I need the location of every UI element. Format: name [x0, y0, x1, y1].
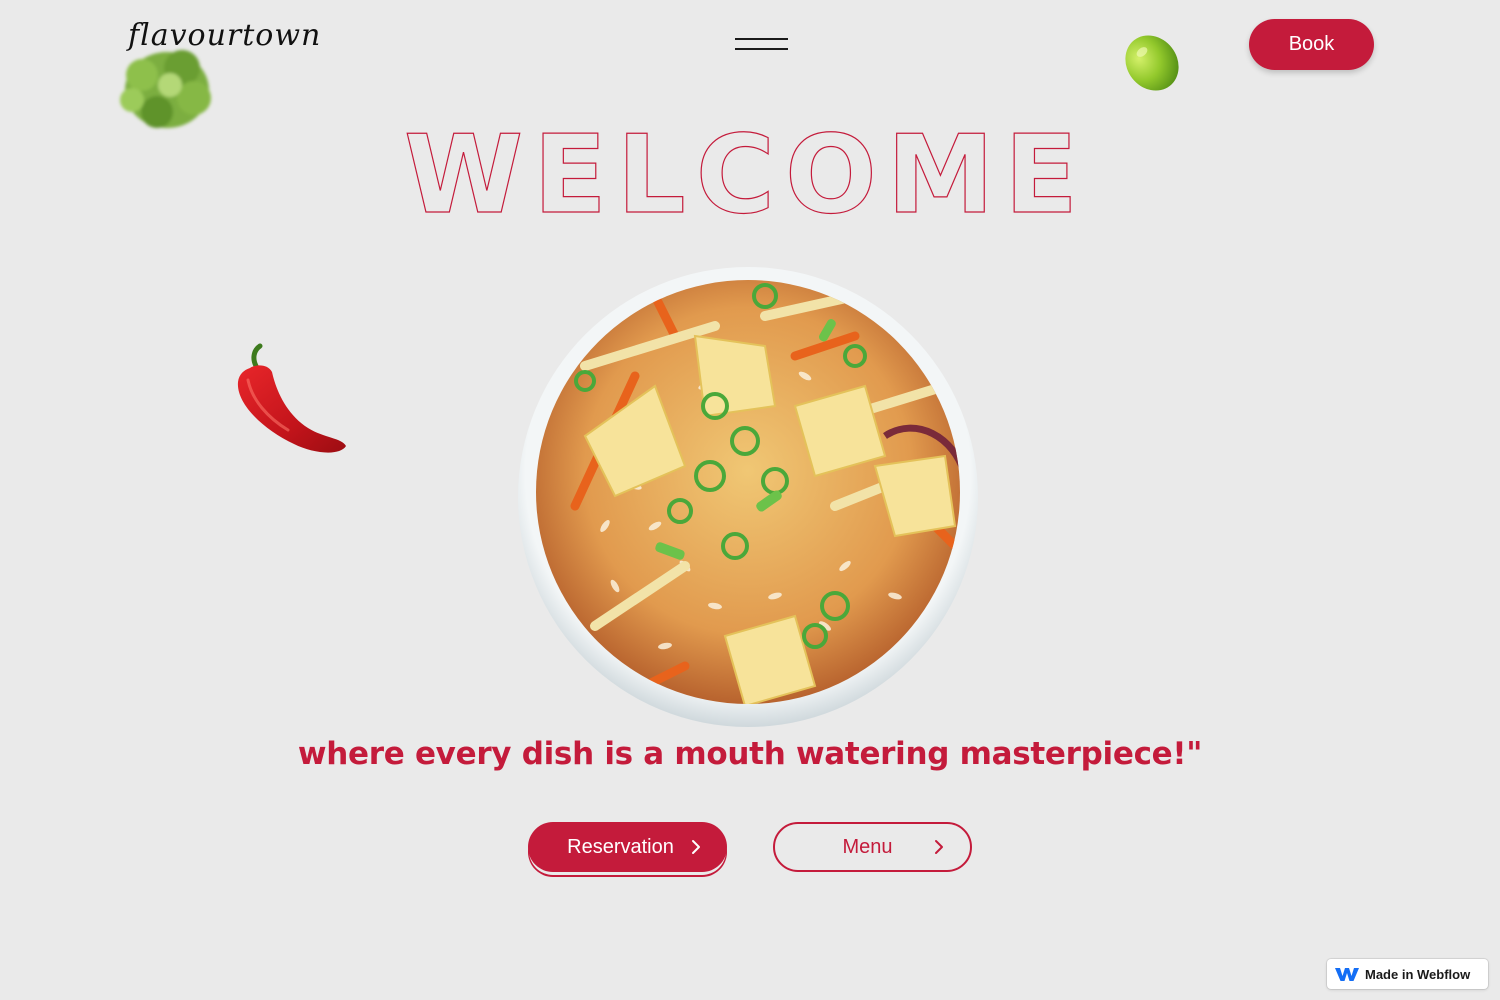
chili-pepper-decoration — [237, 343, 346, 453]
brand-logo[interactable]: flavourtown — [128, 18, 321, 53]
book-button[interactable]: Book — [1249, 19, 1374, 70]
hamburger-menu-icon[interactable] — [735, 38, 788, 50]
reservation-button[interactable]: Reservation — [528, 822, 727, 872]
welcome-heading-text: WELCOME — [404, 118, 1088, 228]
badge-label: Made in Webflow — [1365, 966, 1471, 982]
made-in-webflow-badge[interactable]: Made in Webflow — [1327, 959, 1488, 989]
welcome-heading: WELCOME — [403, 118, 1088, 228]
menu-button[interactable]: Menu — [773, 822, 972, 872]
chevron-right-icon — [935, 840, 943, 854]
hero-tagline: where every dish is a mouth watering mas… — [297, 736, 1203, 772]
menu-label: Menu — [842, 835, 893, 858]
chevron-right-icon — [692, 840, 700, 854]
cilantro-decoration — [120, 50, 211, 128]
reservation-label: Reservation — [567, 835, 674, 858]
webflow-logo-icon — [1335, 968, 1359, 981]
olive-decoration — [1125, 35, 1179, 91]
food-bowl-image — [518, 267, 978, 727]
